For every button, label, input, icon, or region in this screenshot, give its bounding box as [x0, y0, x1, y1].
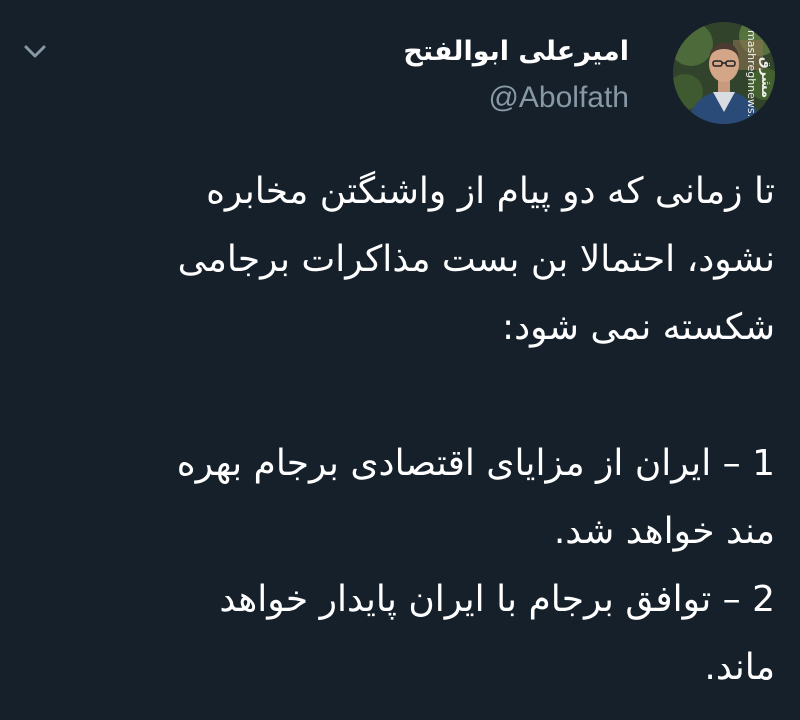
avatar[interactable]: مشرق mashreghnews.ir — [673, 22, 775, 124]
watermark-logo: مشرق — [758, 56, 773, 98]
tweet-text-line: مند خواهد شد. — [553, 511, 775, 552]
tweet-text-line: 2 – توافق برجام با ایران پایدار خواهد — [219, 579, 775, 620]
tweet-text-line: شکسته نمی شود: — [502, 307, 775, 348]
watermark-url: mashreghnews.ir — [745, 29, 758, 124]
chevron-down-icon[interactable] — [20, 40, 50, 62]
tweet-text-line: تا زمانی که دو پیام از واشنگتن مخابره — [206, 171, 775, 212]
tweet-text: تا زمانی که دو پیام از واشنگتن مخابره نش… — [75, 158, 775, 702]
avatar-watermark: مشرق mashreghnews.ir — [745, 28, 773, 124]
author-display-name[interactable]: امیرعلی ابوالفتح — [403, 34, 629, 70]
author-handle[interactable]: @Abolfath — [403, 78, 629, 118]
tweet-text-line: 1 – ایران از مزایای اقتصادی برجام بهره — [176, 443, 775, 484]
tweet-header: امیرعلی ابوالفتح @Abolfath مشرق mashregh… — [20, 22, 775, 132]
tweet-text-line: ماند. — [704, 647, 775, 688]
author-info: امیرعلی ابوالفتح @Abolfath — [403, 34, 629, 118]
tweet-text-line: نشود، احتمالا بن بست مذاکرات برجامی — [177, 239, 775, 280]
tweet-card: امیرعلی ابوالفتح @Abolfath مشرق mashregh… — [0, 0, 800, 720]
